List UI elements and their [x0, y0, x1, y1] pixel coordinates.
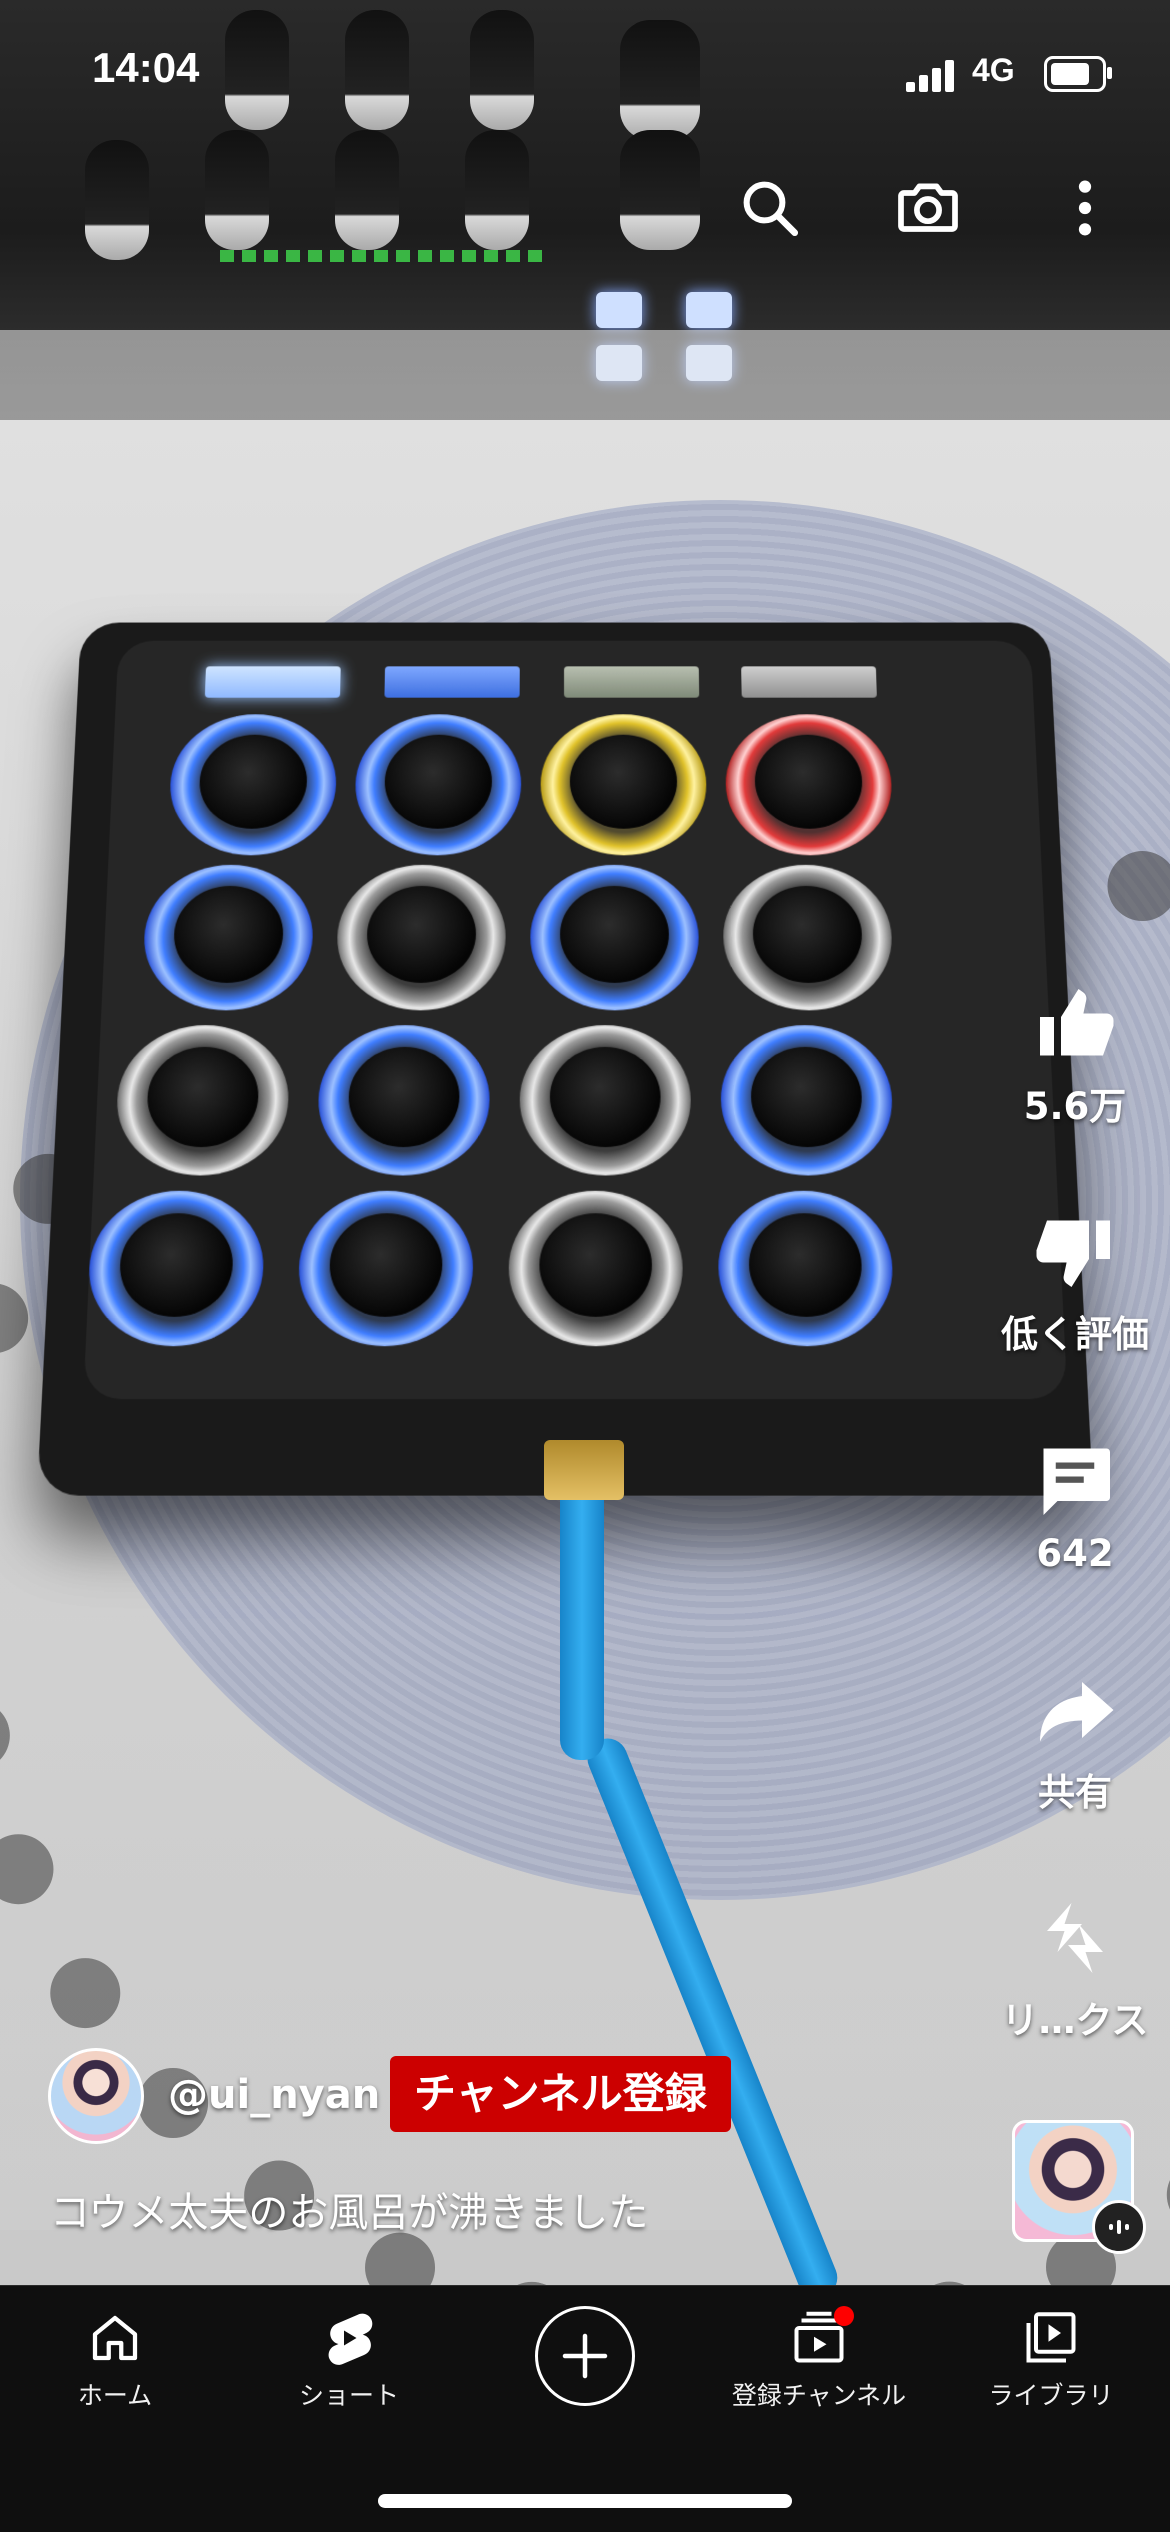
subscribe-button[interactable]: チャンネル登録 [390, 2056, 731, 2132]
create-plus-icon [562, 2333, 608, 2379]
video-cable-plug [544, 1440, 624, 1500]
nav-home-label: ホーム [77, 2381, 153, 2410]
nav-library[interactable]: ライブラリ [956, 2308, 1146, 2412]
dislike-button[interactable]: 低く評価 [990, 1210, 1160, 1358]
comment-count: 642 [1036, 1532, 1114, 1575]
like-button[interactable]: 5.6万 [990, 982, 1160, 1130]
battery-icon [1044, 56, 1112, 92]
cellular-signal-icon [906, 58, 958, 92]
create-button[interactable] [535, 2306, 635, 2406]
notification-dot [834, 2306, 854, 2326]
thumb-up-icon [1040, 989, 1114, 1056]
like-count: 5.6万 [1023, 1085, 1127, 1128]
home-icon [92, 2315, 138, 2361]
nav-shorts[interactable]: ショート [254, 2308, 444, 2412]
nav-home[interactable]: ホーム [20, 2308, 210, 2412]
remix-button[interactable]: リ…クス [990, 1896, 1160, 2044]
share-button[interactable]: 共有 [990, 1668, 1160, 1816]
comment-icon [1043, 1448, 1110, 1515]
camera-icon[interactable] [888, 168, 968, 248]
nav-shorts-label: ショート [298, 2381, 399, 2410]
network-type: 4G [972, 52, 1015, 88]
nav-library-label: ライブラリ [988, 2381, 1114, 2410]
youtube-shorts-screen: 14:04 4G 5.6万 低く評価 642 共有 リ…クス @ui_nyan … [0, 0, 1170, 2532]
video-caption[interactable]: コウメ太夫のお風呂が沸きました [50, 2180, 648, 2238]
nav-subscriptions[interactable]: 登録チャンネル [724, 2306, 914, 2412]
status-bar: 14:04 4G [0, 0, 1170, 150]
library-icon [1026, 2312, 1076, 2363]
thumb-down-icon [1036, 1220, 1110, 1287]
share-label: 共有 [1038, 1771, 1112, 1814]
nav-subscriptions-label: 登録チャンネル [731, 2381, 907, 2410]
channel-row: @ui_nyan チャンネル登録 [48, 2048, 1048, 2148]
channel-handle[interactable]: @ui_nyan [168, 2072, 380, 2118]
status-time: 14:04 [92, 44, 200, 91]
remix-label: リ…クス [1001, 1999, 1149, 2042]
video-controller [36, 622, 1094, 1496]
more-vert-icon[interactable] [1045, 168, 1125, 248]
shorts-icon [328, 2313, 373, 2365]
dislike-label: 低く評価 [1001, 1313, 1149, 1356]
home-indicator [378, 2494, 792, 2508]
search-icon[interactable] [730, 168, 810, 248]
remix-icon [1047, 1903, 1103, 1973]
sound-badge-icon [1092, 2200, 1146, 2254]
comments-button[interactable]: 642 [990, 1438, 1160, 1575]
avatar[interactable] [48, 2048, 144, 2144]
share-icon [1040, 1682, 1114, 1742]
